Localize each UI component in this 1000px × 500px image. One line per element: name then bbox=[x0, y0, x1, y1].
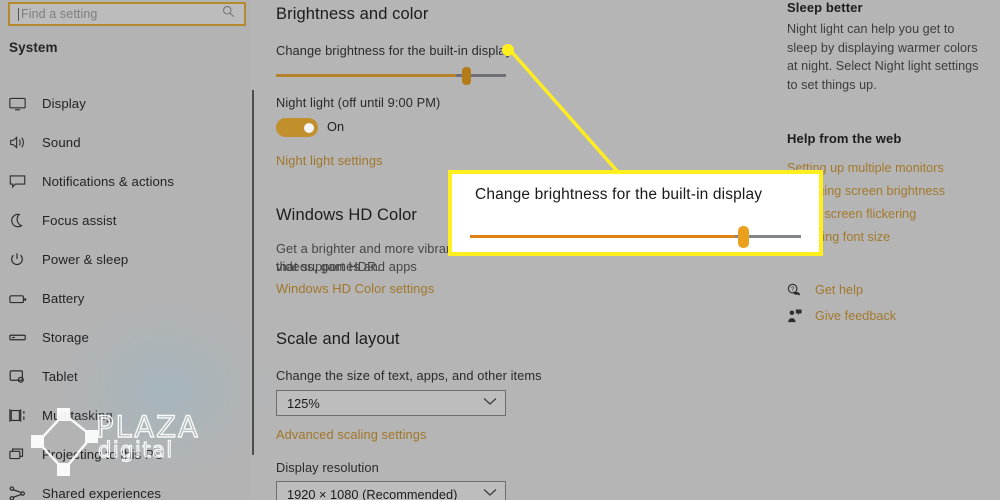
rail-actions: ? Get help Give feedback bbox=[787, 283, 896, 335]
sidebar-item-label: Sound bbox=[42, 135, 81, 150]
sidebar-item-display[interactable]: Display bbox=[0, 84, 250, 123]
tablet-icon bbox=[9, 368, 35, 386]
sidebar-item-battery[interactable]: Battery bbox=[0, 279, 250, 318]
scale-label: Change the size of text, apps, and other… bbox=[276, 368, 542, 383]
sidebar-item-label: Notifications & actions bbox=[42, 174, 175, 189]
sidebar-item-storage[interactable]: Storage bbox=[0, 318, 250, 357]
toggle-knob bbox=[304, 122, 314, 133]
storage-icon bbox=[9, 329, 35, 347]
night-light-state: On bbox=[327, 119, 345, 134]
sidebar-item-projecting[interactable]: Projecting to this PC bbox=[0, 435, 250, 474]
night-light-settings-link[interactable]: Night light settings bbox=[276, 153, 383, 168]
projecting-icon bbox=[9, 446, 35, 464]
scale-and-layout-heading: Scale and layout bbox=[276, 330, 400, 348]
get-help-action[interactable]: ? Get help bbox=[787, 283, 896, 297]
sidebar-item-label: Power & sleep bbox=[42, 252, 129, 267]
sidebar-item-focus-assist[interactable]: Focus assist bbox=[0, 201, 250, 240]
sidebar-item-label: Battery bbox=[42, 291, 85, 306]
hd-color-description-line2: that support HDR. bbox=[276, 259, 381, 274]
callout-title: Change brightness for the built-in displ… bbox=[475, 186, 763, 203]
sidebar-item-power-sleep[interactable]: Power & sleep bbox=[0, 240, 250, 279]
sidebar: Find a setting System Display Sound Noti… bbox=[0, 0, 250, 500]
share-icon bbox=[9, 485, 35, 500]
night-light-toggle[interactable] bbox=[276, 118, 318, 137]
moon-icon bbox=[9, 212, 35, 230]
sidebar-item-label: Multitasking bbox=[42, 408, 113, 423]
callout-brightness-slider[interactable] bbox=[470, 226, 801, 248]
feedback-person-icon bbox=[787, 309, 802, 323]
brightness-and-color-heading: Brightness and color bbox=[276, 5, 429, 23]
sidebar-item-notifications[interactable]: Notifications & actions bbox=[0, 162, 250, 201]
search-input[interactable]: Find a setting bbox=[8, 2, 246, 26]
slider-fill bbox=[276, 74, 456, 77]
sidebar-item-label: Tablet bbox=[42, 369, 78, 384]
search-placeholder: Find a setting bbox=[21, 7, 98, 21]
sidebar-item-multitasking[interactable]: Multitasking bbox=[0, 396, 250, 435]
windows-hd-color-settings-link[interactable]: Windows HD Color settings bbox=[276, 281, 434, 296]
give-feedback-label: Give feedback bbox=[815, 309, 897, 323]
scale-dropdown[interactable]: 125% bbox=[276, 390, 506, 416]
slider-thumb[interactable] bbox=[462, 67, 471, 85]
sidebar-item-sound[interactable]: Sound bbox=[0, 123, 250, 162]
help-from-the-web-heading: Help from the web bbox=[787, 131, 902, 146]
display-resolution-label: Display resolution bbox=[276, 460, 379, 475]
brightness-label: Change brightness for the built-in displ… bbox=[276, 43, 513, 58]
brightness-slider[interactable] bbox=[276, 66, 506, 86]
settings-window: Find a setting System Display Sound Noti… bbox=[0, 0, 1000, 500]
power-icon bbox=[9, 251, 35, 269]
scale-dropdown-value: 125% bbox=[287, 395, 320, 411]
sidebar-item-label: Display bbox=[42, 96, 86, 111]
windows-hd-color-heading: Windows HD Color bbox=[276, 206, 417, 224]
sidebar-item-label: Focus assist bbox=[42, 213, 117, 228]
multitasking-icon bbox=[9, 407, 35, 425]
resolution-dropdown-value: 1920 × 1080 (Recommended) bbox=[287, 486, 458, 500]
help-question-icon: ? bbox=[787, 283, 802, 297]
sleep-better-body: Night light can help you get to sleep by… bbox=[787, 22, 979, 92]
sleep-better-heading: Sleep better bbox=[787, 0, 863, 15]
sidebar-item-label: Shared experiences bbox=[42, 486, 162, 500]
give-feedback-action[interactable]: Give feedback bbox=[787, 309, 896, 323]
monitor-icon bbox=[9, 95, 35, 113]
sidebar-item-label: Storage bbox=[42, 330, 89, 345]
speaker-icon bbox=[9, 134, 35, 152]
chevron-down-icon bbox=[483, 488, 497, 500]
night-light-label: Night light (off until 9:00 PM) bbox=[276, 95, 441, 110]
battery-icon bbox=[9, 290, 35, 308]
sidebar-item-tablet[interactable]: Tablet bbox=[0, 357, 250, 396]
scrollbar-thumb[interactable] bbox=[252, 90, 254, 455]
callout-slider-fill bbox=[470, 235, 735, 238]
chevron-down-icon bbox=[483, 397, 497, 409]
callout-zoom-panel: Change brightness for the built-in displ… bbox=[448, 170, 823, 256]
chat-bubble-icon bbox=[9, 173, 35, 191]
callout-slider-thumb[interactable] bbox=[738, 226, 749, 248]
display-resolution-dropdown[interactable]: 1920 × 1080 (Recommended) bbox=[276, 481, 506, 500]
sidebar-nav: Display Sound Notifications & actions Fo… bbox=[0, 84, 250, 500]
sidebar-item-shared-experiences[interactable]: Shared experiences bbox=[0, 474, 250, 500]
search-icon[interactable] bbox=[222, 5, 235, 23]
get-help-label: Get help bbox=[815, 283, 864, 297]
page-title: System bbox=[9, 40, 58, 55]
sidebar-item-label: Projecting to this PC bbox=[42, 447, 164, 462]
advanced-scaling-settings-link[interactable]: Advanced scaling settings bbox=[276, 427, 426, 442]
